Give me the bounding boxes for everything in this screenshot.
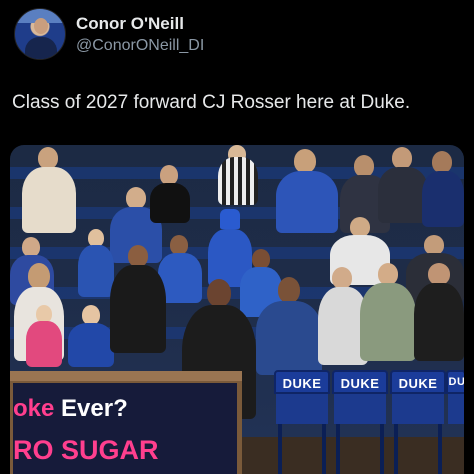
duke-chair: DUKE bbox=[390, 370, 446, 474]
display-name[interactable]: Conor O'Neill bbox=[76, 14, 184, 34]
spectator bbox=[78, 229, 114, 299]
scorers-table-top bbox=[10, 371, 242, 381]
duke-chair: DUKE bbox=[274, 370, 330, 474]
spectator bbox=[360, 263, 416, 363]
tweet-header: Conor O'Neill @ConorONeill_DI bbox=[10, 6, 464, 62]
avatar-body bbox=[25, 37, 57, 59]
spectator bbox=[378, 145, 428, 225]
avatar-head bbox=[34, 18, 48, 34]
handle[interactable]: @ConorONeill_DI bbox=[76, 37, 204, 55]
ad-board-line1: oke Ever? bbox=[13, 395, 128, 422]
spectator bbox=[18, 145, 78, 235]
duke-chair: DU bbox=[446, 370, 464, 474]
spectator bbox=[218, 145, 258, 205]
spectator bbox=[414, 263, 464, 363]
spectator-child bbox=[26, 305, 62, 369]
tweet-photo[interactable]: oke Ever? RO SUGAR DUKE DUKE DUKE DU bbox=[10, 145, 464, 474]
spectator bbox=[110, 245, 166, 355]
spectator bbox=[256, 277, 322, 377]
spectator-child bbox=[68, 305, 114, 369]
spectator bbox=[150, 165, 190, 225]
tweet-text: Class of 2027 forward CJ Rosser here at … bbox=[12, 92, 411, 113]
avatar[interactable] bbox=[14, 8, 66, 60]
ad-board-line2: RO SUGAR bbox=[13, 435, 159, 465]
duke-chair: DUKE bbox=[332, 370, 388, 474]
ad-board: oke Ever? RO SUGAR bbox=[13, 383, 237, 474]
spectator bbox=[422, 149, 464, 229]
